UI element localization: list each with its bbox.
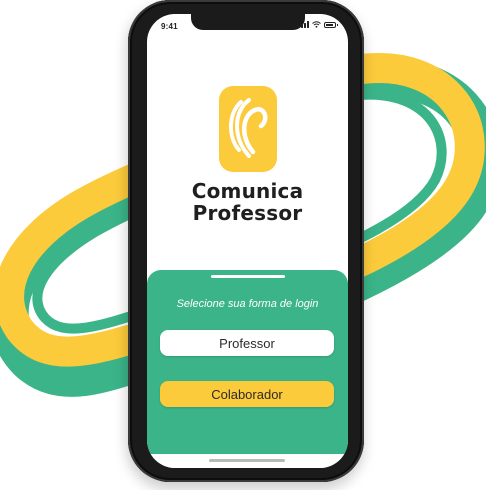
brand-wordmark: Comunica Professor [147,180,348,224]
cell-signal-icon [298,21,309,28]
login-panel: Selecione sua forma de login Professor C… [147,270,348,468]
status-time: 9:41 [161,22,178,31]
phone-screen: 9:41 Comunica Professor Selecione sua fo… [147,14,348,468]
brand-line-1: Comunica [191,179,304,203]
brand-line-2: Professor [192,201,303,225]
scene: 9:41 Comunica Professor Selecione sua fo… [0,0,486,490]
battery-icon [324,21,338,28]
wifi-icon [312,21,321,28]
phone-notch [191,14,305,30]
sheet-handle[interactable] [211,275,285,278]
professor-login-button[interactable]: Professor [160,330,334,356]
login-prompt: Selecione sua forma de login [176,298,319,310]
home-indicator[interactable] [209,459,285,462]
colaborador-login-button[interactable]: Colaborador [160,381,334,407]
app-logo-icon [219,86,277,172]
home-bar-area [147,454,348,468]
status-icons [298,21,338,28]
